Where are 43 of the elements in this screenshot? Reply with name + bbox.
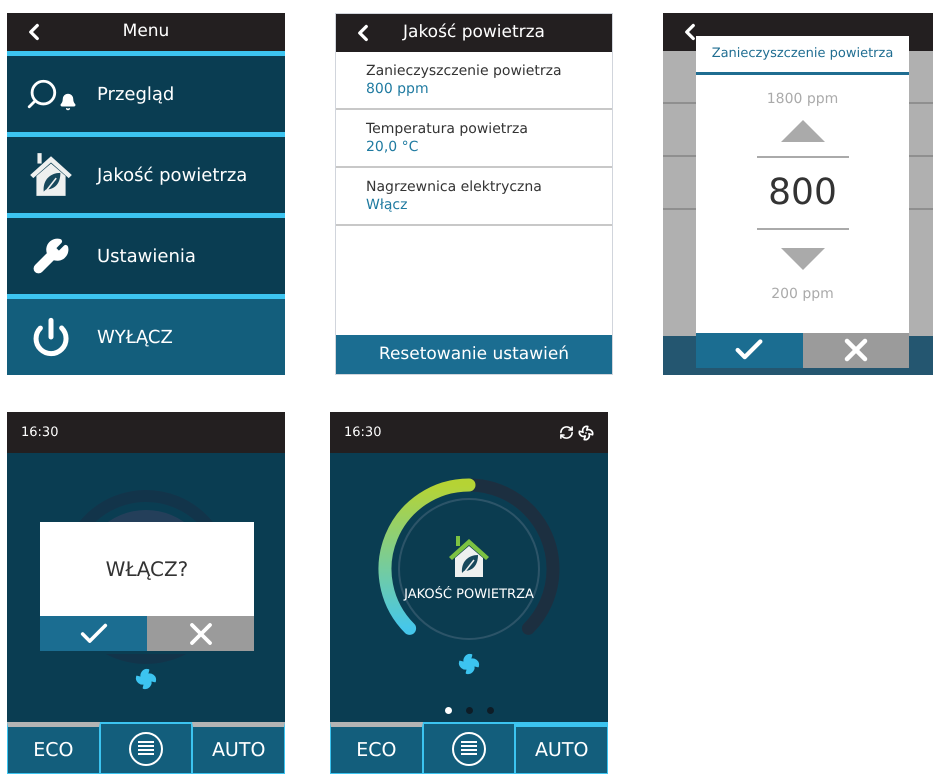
cancel-button[interactable] [802, 332, 909, 368]
mode-button[interactable]: ECO [330, 722, 423, 774]
setting-label: Temperatura powietrza [366, 120, 529, 138]
confirm-button[interactable] [40, 616, 147, 651]
clock-time: 16:30 [344, 424, 382, 442]
fan-icon [578, 424, 594, 440]
dialog-question: WŁĄCZ? [104, 556, 190, 583]
fan-icon [135, 668, 157, 690]
menu-item[interactable]: Ustawienia [7, 213, 285, 294]
cancel-button[interactable] [147, 616, 254, 651]
setting-row[interactable]: Temperatura powietrza 20,0 °C [336, 110, 612, 168]
upper-limit: 1800 ppm [766, 90, 838, 108]
fan-icon [458, 653, 480, 675]
wrench-icon [32, 237, 70, 275]
menu-icon [451, 730, 487, 766]
search-bell-icon [25, 77, 77, 111]
mode-button[interactable]: AUTO [515, 722, 608, 774]
setting-label: Zanieczyszczenie powietrza [366, 62, 563, 80]
setting-value: Włącz [366, 196, 408, 214]
setting-row[interactable]: Zanieczyszczenie powietrza 800 ppm [336, 52, 612, 110]
setting-value: 800 ppm [366, 80, 430, 98]
power-icon [31, 317, 71, 357]
refresh-icon [559, 424, 574, 440]
menu-item[interactable]: Jakość powietrza [7, 132, 285, 213]
menu-button[interactable] [422, 722, 516, 774]
screen-title: Jakość powietrza [403, 21, 545, 44]
menu-button[interactable] [100, 722, 192, 774]
current-value: 800 [756, 156, 848, 230]
dialog-title: Zanieczyszczenie powietrza [696, 36, 909, 74]
screen-title: Menu [122, 20, 170, 44]
gauge-label: JAKOŚĆ POWIETRZA [404, 585, 534, 604]
menu-icon [128, 730, 164, 766]
clock-time: 16:30 [21, 424, 58, 442]
mode-button[interactable]: ECO [7, 722, 100, 774]
menu-item[interactable]: Przegląd [7, 51, 285, 132]
lower-limit: 200 ppm [771, 284, 834, 304]
setting-value: 20,0 °C [366, 138, 420, 156]
setting-label: Nagrzewnica elektryczna [366, 178, 543, 196]
mode-button[interactable]: AUTO [192, 722, 285, 774]
reset-button[interactable]: Resetowanie ustawień [336, 335, 612, 374]
setting-row[interactable]: Nagrzewnica elektryczna Włącz [336, 168, 612, 226]
confirm-button[interactable] [696, 332, 802, 368]
menu-item[interactable]: WYŁĄCZ [7, 294, 285, 375]
